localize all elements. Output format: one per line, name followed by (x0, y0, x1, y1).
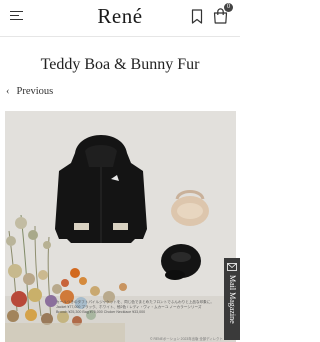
site-header: René 0 (0, 0, 240, 34)
teddy-bag (171, 190, 209, 226)
hero-image: カールつきのタフトパイルジャケットを、同じ色でまとめたフロントでふんわりと上品な… (5, 111, 236, 342)
black-snood (161, 244, 201, 280)
mail-magazine-tab[interactable]: Mail Magazine (224, 258, 240, 340)
previous-label: Previous (16, 86, 54, 97)
hero-caption: カールつきのタフトパイルジャケットを、同じ色でまとめたフロントでふんわりと上品な… (56, 300, 226, 316)
page-title: Teddy Boa & Bunny Fur (40, 56, 200, 73)
previous-link[interactable]: ‹ Previous (6, 86, 53, 97)
site-logo[interactable]: René (0, 4, 240, 29)
hero-copyright: © RENEポーション 2023年出版 全部ディレクト (150, 337, 223, 341)
chevron-left-icon: ‹ (6, 86, 10, 97)
bookmark-icon[interactable] (191, 9, 203, 24)
envelope-icon (227, 263, 237, 271)
caption-line: Brooch ¥25,300 Bag ¥75,000 Choker Neckla… (56, 310, 146, 315)
black-jacket (55, 135, 147, 243)
cart-count-badge: 0 (224, 3, 233, 12)
mail-magazine-label: Mail Magazine (228, 275, 237, 324)
header-divider (0, 36, 240, 37)
